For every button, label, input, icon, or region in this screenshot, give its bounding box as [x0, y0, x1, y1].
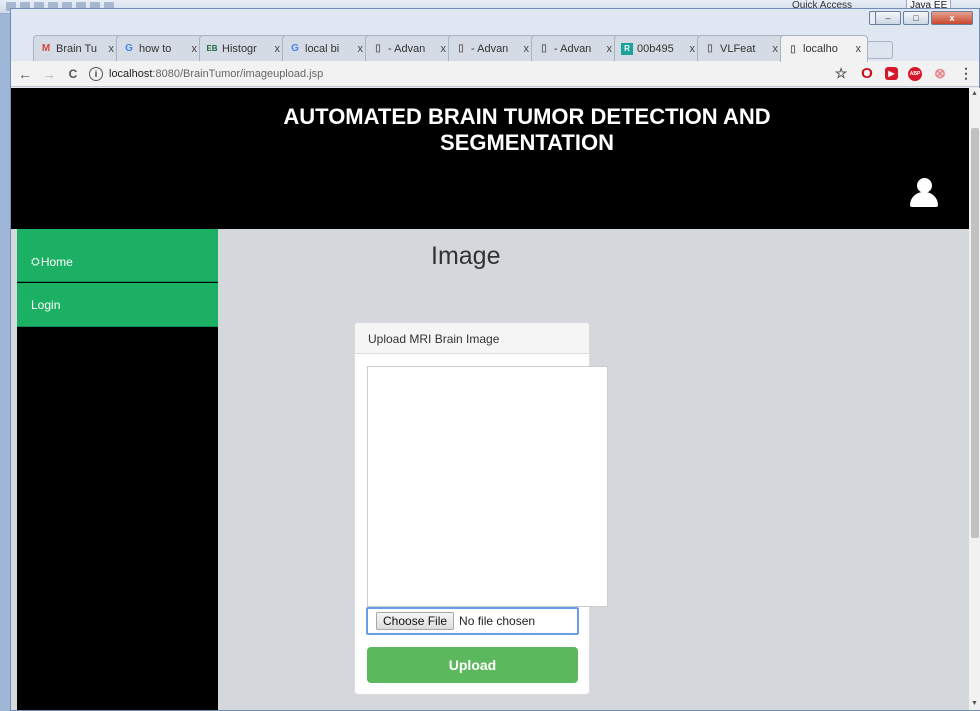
user-icon[interactable]: [909, 178, 939, 210]
back-arrow-icon[interactable]: ←: [15, 66, 35, 82]
tab-advan-3[interactable]: ▯ - Advan x: [531, 35, 619, 61]
url-path: :8080/BrainTumor/imageupload.jsp: [152, 67, 324, 80]
record-extension-icon[interactable]: ▶: [885, 67, 898, 80]
site-title: AUTOMATED BRAIN TUMOR DETECTION AND SEGM…: [283, 104, 771, 155]
upload-panel: Upload MRI Brain Image Choose File No fi…: [354, 322, 608, 695]
info-icon[interactable]: i: [89, 66, 103, 81]
close-tab-icon[interactable]: x: [441, 43, 447, 55]
page-icon: ▯: [458, 43, 464, 54]
scroll-up-arrow-icon[interactable]: ▲: [969, 88, 980, 100]
close-tab-icon[interactable]: x: [358, 43, 364, 55]
window-controls: – □ x: [875, 11, 973, 25]
scroll-thumb[interactable]: [971, 128, 979, 538]
maximize-button[interactable]: □: [903, 11, 929, 25]
tab-00b495[interactable]: R 00b495 x: [614, 35, 702, 61]
tab-local-bin[interactable]: G local bi x: [282, 35, 370, 61]
scroll-down-arrow-icon[interactable]: ▼: [969, 698, 980, 710]
sidebar-item-login[interactable]: Login: [17, 283, 218, 327]
close-tab-icon[interactable]: x: [524, 43, 530, 55]
sidebar-item-label: Home: [40, 255, 73, 269]
google-icon: G: [125, 43, 133, 54]
close-tab-icon[interactable]: x: [690, 43, 696, 55]
page-viewport: AUTOMATED BRAIN TUMOR DETECTION AND SEGM…: [11, 88, 969, 710]
forward-arrow-icon[interactable]: →: [39, 66, 59, 82]
page-icon: ▯: [375, 43, 381, 54]
close-tab-icon[interactable]: x: [607, 43, 613, 55]
close-tab-icon[interactable]: x: [109, 43, 115, 55]
close-tab-icon[interactable]: x: [275, 43, 281, 55]
adblock-icon[interactable]: ABP: [908, 66, 922, 81]
sidebar: ⛭ Home Login: [17, 229, 218, 710]
chrome-menu-icon[interactable]: ⋮: [958, 65, 974, 82]
address-bar[interactable]: i localhost:8080/BrainTumor/imageupload.…: [89, 64, 828, 84]
close-tab-icon[interactable]: x: [773, 43, 779, 55]
panel-heading: Upload MRI Brain Image: [355, 323, 589, 354]
google-icon: G: [291, 43, 299, 54]
page-icon: ▯: [707, 43, 713, 54]
sidebar-item-label: Login: [31, 297, 61, 312]
gmail-icon: M: [41, 43, 51, 54]
minimize-button[interactable]: –: [875, 11, 901, 25]
tab-brain-tumor[interactable]: M Brain Tu x: [33, 35, 121, 61]
choose-file-button[interactable]: Choose File: [376, 612, 455, 630]
tab-localhost[interactable]: ▯ localho x: [780, 35, 868, 62]
close-tab-icon[interactable]: x: [192, 43, 198, 55]
tab-how-to[interactable]: G how to x: [116, 35, 204, 61]
tab-vlfeat[interactable]: ▯ VLFeat x: [697, 35, 785, 61]
close-window-button[interactable]: x: [931, 11, 973, 25]
new-tab-button[interactable]: [867, 41, 893, 59]
page-scrollbar[interactable]: ▲ ▼: [969, 88, 980, 710]
dashboard-icon: ⛭: [31, 255, 40, 268]
researchgate-icon: R: [621, 42, 633, 55]
tab-histogram[interactable]: EB Histogr x: [199, 35, 287, 61]
page-icon: ▯: [790, 43, 796, 55]
file-status: No file chosen: [459, 614, 536, 628]
browser-toolbar: ← → C i localhost:8080/BrainTumor/imageu…: [11, 61, 979, 87]
image-preview: [367, 366, 608, 607]
upload-button[interactable]: Upload: [367, 647, 578, 683]
page-icon: ▯: [541, 43, 547, 54]
file-input[interactable]: Choose File No file chosen: [366, 607, 579, 635]
eb-icon: EB: [206, 44, 218, 53]
opera-icon[interactable]: O: [859, 65, 875, 82]
tab-strip: M Brain Tu x G how to x EB Histogr x G l…: [11, 31, 979, 62]
bookmark-star-icon[interactable]: ☆: [833, 65, 849, 82]
browser-window: – □ x M Brain Tu x G how to x EB Histogr…: [10, 8, 980, 711]
url-host: localhost: [109, 67, 153, 80]
extension-ring-icon[interactable]: ⊗: [932, 65, 948, 82]
site-header: AUTOMATED BRAIN TUMOR DETECTION AND SEGM…: [11, 88, 969, 229]
page-title: Image: [431, 242, 501, 270]
sidebar-item-home[interactable]: ⛭ Home: [17, 229, 218, 282]
tab-advan-2[interactable]: ▯ - Advan x: [448, 35, 536, 61]
close-tab-icon[interactable]: x: [856, 43, 862, 55]
reload-icon[interactable]: C: [63, 67, 83, 81]
tab-advan-1[interactable]: ▯ - Advan x: [365, 35, 453, 61]
